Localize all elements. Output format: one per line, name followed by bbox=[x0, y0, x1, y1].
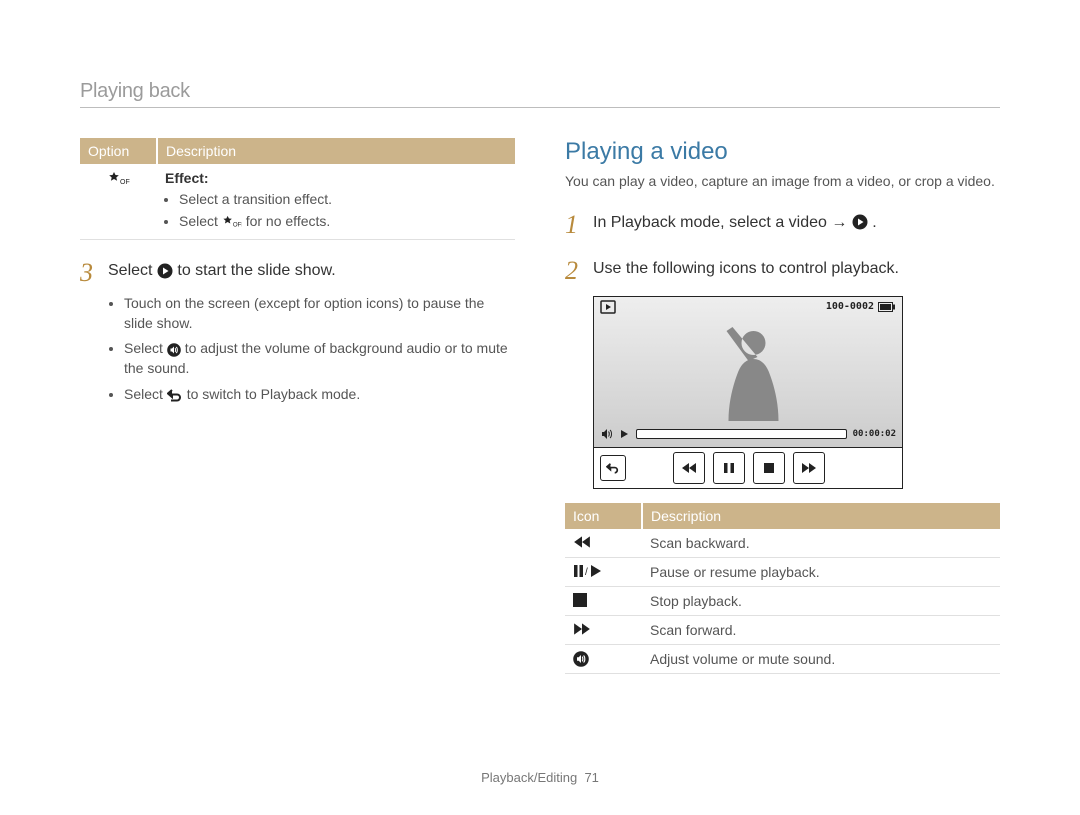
effect-label: Effect: bbox=[165, 170, 209, 186]
page-footer: Playback/Editing 71 bbox=[0, 770, 1080, 785]
options-header-description: Description bbox=[157, 138, 515, 164]
stop-icon bbox=[565, 586, 642, 615]
options-table: Option Description OFF Effect: Select a … bbox=[80, 138, 515, 240]
step1-pre: In Playback mode, select a video → bbox=[593, 214, 852, 231]
battery-icon bbox=[878, 302, 896, 312]
bullet-return: Select to switch to Playback mode. bbox=[124, 385, 515, 405]
step-text-pre: Select bbox=[108, 262, 157, 279]
rewind-button[interactable] bbox=[673, 452, 705, 484]
options-header-option: Option bbox=[80, 138, 157, 164]
right-column: Playing a video You can play a video, ca… bbox=[565, 138, 1000, 674]
star-off-icon: OFF bbox=[222, 215, 242, 229]
play-square-icon bbox=[852, 214, 868, 230]
step-3: 3 Select to start the slide show. bbox=[80, 260, 515, 286]
step-number: 3 bbox=[80, 260, 108, 286]
back-button[interactable] bbox=[600, 455, 626, 481]
play-circle-icon bbox=[157, 263, 173, 279]
volume-desc: Adjust volume or mute sound. bbox=[642, 644, 1000, 673]
rewind-icon bbox=[565, 529, 642, 558]
icon-header-description: Description bbox=[642, 503, 1000, 529]
return-icon bbox=[167, 388, 183, 402]
play-mode-icon bbox=[600, 300, 616, 314]
rewind-desc: Scan backward. bbox=[642, 529, 1000, 558]
section-title: Playing back bbox=[80, 80, 1000, 108]
stop-button[interactable] bbox=[753, 452, 785, 484]
heading-playing-video: Playing a video bbox=[565, 138, 1000, 166]
step-1: 1 In Playback mode, select a video → . bbox=[565, 212, 1000, 238]
intro-text: You can play a video, capture an image f… bbox=[565, 172, 1000, 192]
fast-forward-icon bbox=[565, 615, 642, 644]
fast-forward-button[interactable] bbox=[793, 452, 825, 484]
volume-icon bbox=[600, 427, 614, 441]
step-number: 2 bbox=[565, 258, 593, 284]
file-number: 100-0002 bbox=[826, 301, 874, 312]
step-text-post: to start the slide show. bbox=[177, 262, 335, 279]
step1-post: . bbox=[872, 214, 876, 231]
svg-text:/: / bbox=[585, 567, 588, 578]
left-column: Option Description OFF Effect: Select a … bbox=[80, 138, 515, 674]
volume-icon bbox=[167, 343, 181, 357]
pause-button[interactable] bbox=[713, 452, 745, 484]
time-display: 00:00:02 bbox=[853, 429, 896, 439]
silhouette-image bbox=[699, 321, 809, 421]
step-3-bullets: Touch on the screen (except for option i… bbox=[108, 294, 515, 404]
icon-table: Icon Description Scan backward. / Pause … bbox=[565, 503, 1000, 674]
play-small-icon bbox=[620, 429, 630, 439]
effect-description-cell: Effect: Select a transition effect. Sele… bbox=[157, 164, 515, 240]
effect-icon-cell: OFF bbox=[80, 164, 157, 240]
stop-desc: Stop playback. bbox=[642, 586, 1000, 615]
icon-header-icon: Icon bbox=[565, 503, 642, 529]
star-off-icon: OFF bbox=[108, 171, 130, 187]
pause-play-icon: / bbox=[565, 557, 642, 586]
svg-text:OFF: OFF bbox=[120, 179, 130, 186]
step2-text: Use the following icons to control playb… bbox=[593, 258, 899, 280]
fast-forward-desc: Scan forward. bbox=[642, 615, 1000, 644]
step-number: 1 bbox=[565, 212, 593, 238]
svg-text:OFF: OFF bbox=[233, 221, 242, 228]
video-player-illustration: 100-0002 bbox=[593, 296, 903, 489]
effect-item-1: Select a transition effect. bbox=[179, 190, 507, 210]
step-2: 2 Use the following icons to control pla… bbox=[565, 258, 1000, 284]
effect-item-2: Select OFF for no effects. bbox=[179, 212, 507, 232]
pause-play-desc: Pause or resume playback. bbox=[642, 557, 1000, 586]
bullet-pause: Touch on the screen (except for option i… bbox=[124, 294, 515, 333]
bullet-volume: Select to adjust the volume of backgroun… bbox=[124, 339, 515, 378]
volume-icon bbox=[565, 644, 642, 673]
